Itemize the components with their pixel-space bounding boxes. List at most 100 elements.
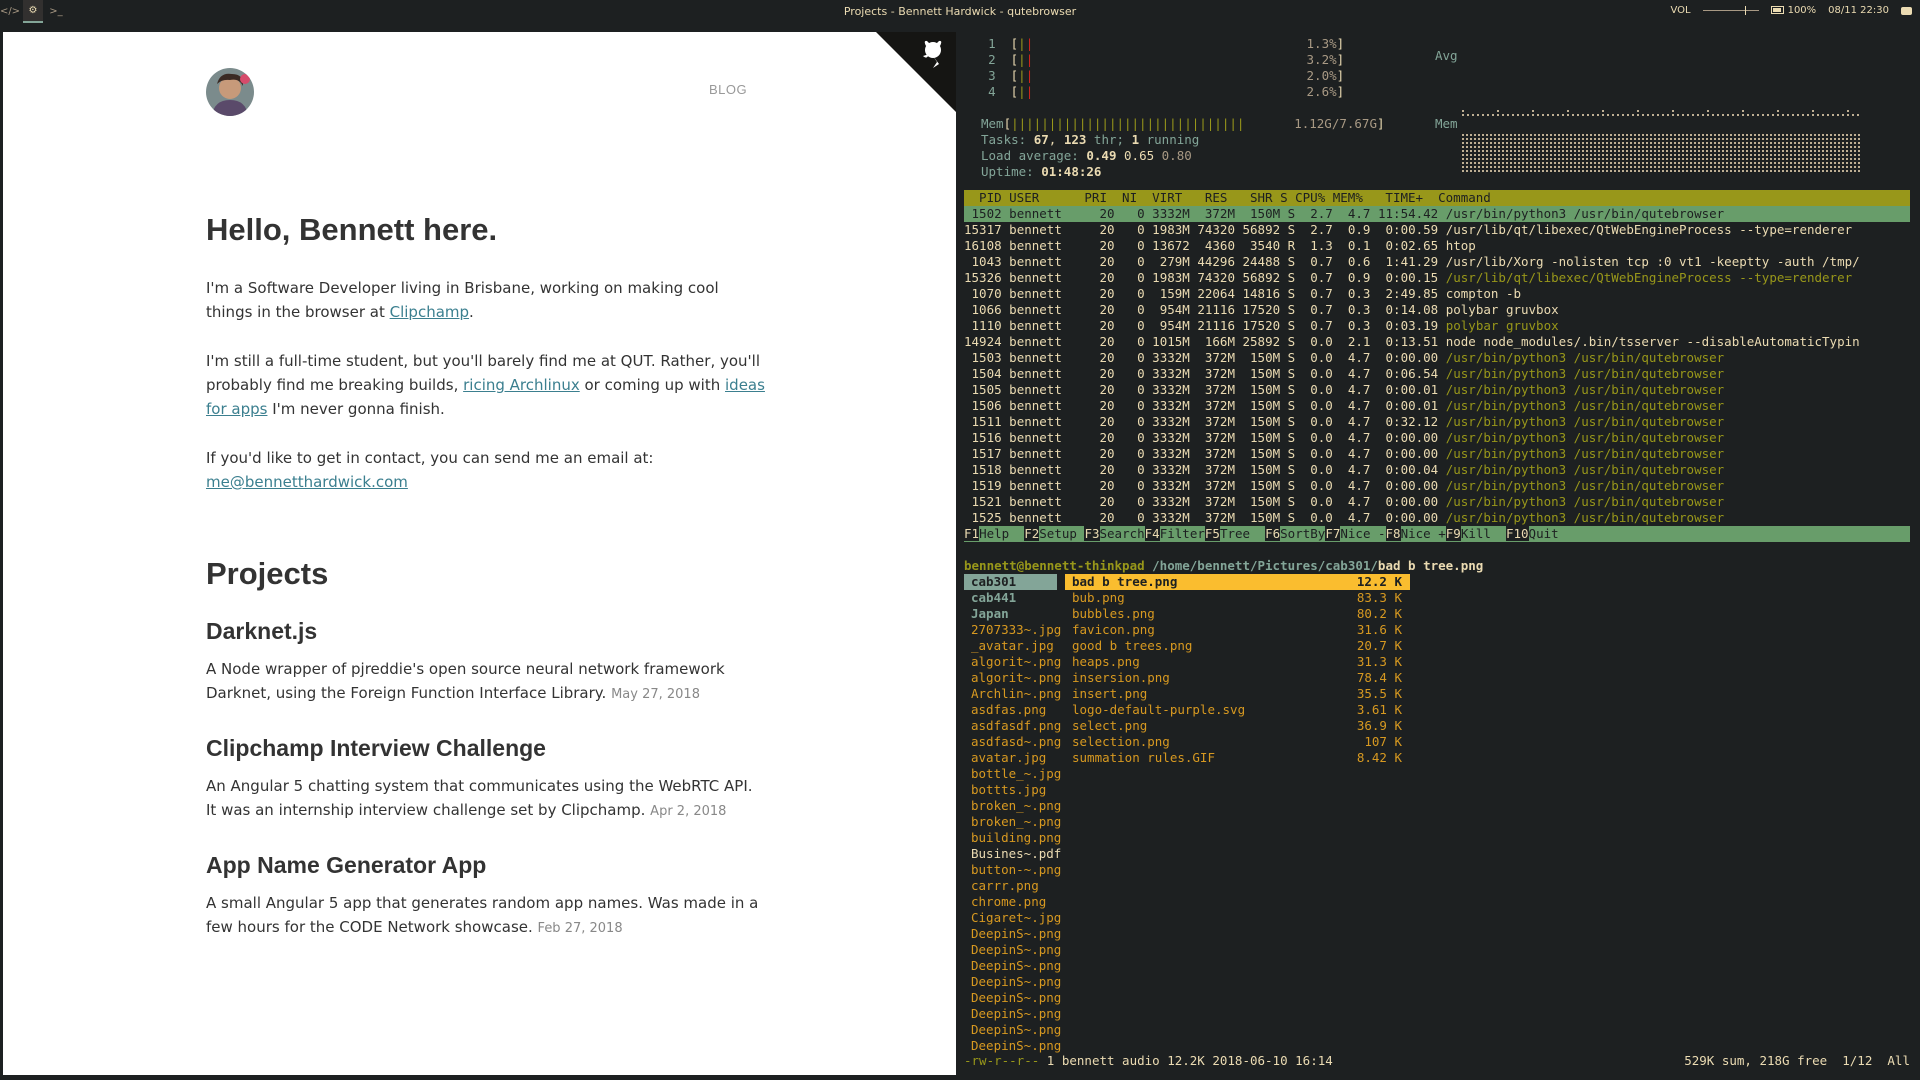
process-row[interactable]: 1519 bennett 20 0 3332M 372M 150M S 0.0 … [964,478,1910,494]
file-entry[interactable]: bub.png 83.3 K [1065,590,1410,606]
fkey-label[interactable]: Setup [1039,526,1084,541]
proc-shr: 150M [1234,350,1281,365]
fkey-f4[interactable]: F4 [1144,526,1160,541]
file-entry[interactable]: avatar.jpg [971,750,1057,766]
file-entry[interactable]: insert.png 35.5 K [1065,686,1410,702]
fkey-f5[interactable]: F5 [1204,526,1220,541]
file-entry[interactable]: selection.png 107 K [1065,734,1410,750]
fkey-f2[interactable]: F2 [1024,526,1040,541]
fkey-f7[interactable]: F7 [1325,526,1341,541]
fkey-label[interactable]: Nice - [1340,526,1385,541]
graph-dot [1526,170,1528,172]
file-entry[interactable]: bottts.jpg [971,782,1057,798]
file-entry[interactable]: insersion.png 78.4 K [1065,670,1410,686]
process-row[interactable]: 1525 bennett 20 0 3332M 372M 150M S 0.0 … [964,510,1910,526]
file-entry[interactable]: Busines~.pdf [971,846,1061,862]
process-row[interactable]: 1511 bennett 20 0 3332M 372M 150M S 0.0 … [964,414,1910,430]
fkey-label[interactable]: Nice + [1401,526,1446,541]
file-entry[interactable]: DeepinS~.png [971,974,1061,990]
process-table-header[interactable]: PID USER PRI NI VIRT RES SHR S CPU% MEM%… [964,190,1910,206]
process-row[interactable]: 1517 bennett 20 0 3332M 372M 150M S 0.0 … [964,446,1910,462]
file-entry[interactable]: DeepinS~.png [971,926,1061,942]
process-row[interactable]: 1066 bennett 20 0 954M 21116 17520 S 0.7… [964,302,1910,318]
fkey-f8[interactable]: F8 [1385,526,1401,541]
file-entry[interactable]: asdfas.png [971,702,1057,718]
fkey-label[interactable]: Filter [1160,526,1205,541]
file-entry[interactable]: _avatar.jpg [971,638,1057,654]
file-entry[interactable]: favicon.png 31.6 K [1065,622,1410,638]
terminal-window[interactable]: 1 [|| 1.3%] 2 [|| 3.2%] 3 [|| 2.0%] 4 [|… [957,32,1920,1080]
fkey-label[interactable]: Tree [1220,526,1265,541]
graph-dot [1606,154,1608,156]
clipchamp-link[interactable]: Clipchamp [390,303,469,321]
file-entry[interactable]: broken_~.png [971,814,1061,830]
file-entry[interactable]: building.png [971,830,1061,846]
process-row[interactable]: 1070 bennett 20 0 159M 22064 14816 S 0.7… [964,286,1910,302]
file-entry[interactable]: DeepinS~.png [971,1006,1061,1022]
project-title[interactable]: App Name Generator App [206,852,766,879]
process-row[interactable]: 1503 bennett 20 0 3332M 372M 150M S 0.0 … [964,350,1910,366]
nav-blog-link[interactable]: BLOG [709,82,747,97]
directory-entry[interactable]: cab301 [964,574,1057,590]
fkey-f1[interactable]: F1 [964,526,980,541]
file-entry[interactable]: 2707333~.jpg [971,622,1061,638]
file-entry[interactable]: asdfasd~.png [971,734,1061,750]
directory-entry[interactable]: cab441 [971,590,1057,606]
file-entry[interactable]: chrome.png [971,894,1057,910]
fkey-f3[interactable]: F3 [1084,526,1100,541]
volume-knob[interactable] [1744,6,1746,15]
file-entry[interactable]: broken_~.png [971,798,1061,814]
github-corner-icon[interactable] [876,32,956,112]
chat-icon[interactable] [1901,6,1912,15]
file-entry[interactable]: algorit~.png [971,654,1061,670]
file-entry[interactable]: algorit~.png [971,670,1061,686]
file-entry[interactable]: bottle_~.jpg [971,766,1061,782]
file-entry[interactable]: button-~.png [971,862,1061,878]
process-row[interactable]: 1043 bennett 20 0 279M 44296 24488 S 0.7… [964,254,1910,270]
process-row[interactable]: 15326 bennett 20 0 1983M 74320 56892 S 0… [964,270,1910,286]
file-entry[interactable]: Archlin~.png [971,686,1061,702]
fkey-label[interactable]: Quit [1529,526,1574,541]
ricing-archlinux-link[interactable]: ricing Archlinux [463,376,580,394]
process-row[interactable]: 1505 bennett 20 0 3332M 372M 150M S 0.0 … [964,382,1910,398]
fkey-label[interactable]: SortBy [1280,526,1325,541]
file-entry[interactable]: DeepinS~.png [971,958,1061,974]
fkey-label[interactable]: Help [979,526,1024,541]
process-row[interactable]: 1502 bennett 20 0 3332M 372M 150M S 2.7 … [964,206,1910,222]
fkey-f6[interactable]: F6 [1265,526,1281,541]
process-row[interactable]: 1518 bennett 20 0 3332M 372M 150M S 0.0 … [964,462,1910,478]
file-entry[interactable]: asdfasdf.png [971,718,1061,734]
process-row[interactable]: 1521 bennett 20 0 3332M 372M 150M S 0.0 … [964,494,1910,510]
process-row[interactable]: 14924 bennett 20 0 1015M 166M 25892 S 0.… [964,334,1910,350]
email-link[interactable]: me@bennetthardwick.com [206,473,408,491]
file-entry[interactable]: good b trees.png 20.7 K [1065,638,1410,654]
fkey-label[interactable]: Search [1100,526,1145,541]
volume-slider[interactable] [1702,6,1759,15]
process-row[interactable]: 16108 bennett 20 0 13672 4360 3540 R 1.3… [964,238,1910,254]
file-entry[interactable]: DeepinS~.png [971,942,1061,958]
process-row[interactable]: 1516 bennett 20 0 3332M 372M 150M S 0.0 … [964,430,1910,446]
process-row[interactable]: 1506 bennett 20 0 3332M 372M 150M S 0.0 … [964,398,1910,414]
process-row[interactable]: 1110 bennett 20 0 954M 21116 17520 S 0.7… [964,318,1910,334]
fkey-f9[interactable]: F9 [1445,526,1461,541]
file-entry[interactable]: carrr.png [971,878,1057,894]
directory-entry[interactable]: Japan [971,606,1057,622]
process-row[interactable]: 1504 bennett 20 0 3332M 372M 150M S 0.0 … [964,366,1910,382]
graph-dot [1810,162,1812,164]
file-entry[interactable]: bad b tree.png 12.2 K [1065,574,1410,590]
file-entry[interactable]: DeepinS~.png [971,990,1061,1006]
file-entry[interactable]: logo-default-purple.svg 3.61 K [1065,702,1410,718]
file-entry[interactable]: DeepinS~.png [971,1022,1061,1038]
fkey-f10[interactable]: F10 [1505,526,1529,541]
project-title[interactable]: Clipchamp Interview Challenge [206,735,766,762]
fkey-label[interactable]: Kill [1461,526,1506,541]
file-entry[interactable]: heaps.png 31.3 K [1065,654,1410,670]
graph-dot [1634,162,1636,164]
file-entry[interactable]: Cigaret~.jpg [971,910,1061,926]
file-entry[interactable]: select.png 36.9 K [1065,718,1410,734]
project-title[interactable]: Darknet.js [206,618,766,645]
process-row[interactable]: 15317 bennett 20 0 1983M 74320 56892 S 2… [964,222,1910,238]
file-entry[interactable]: bubbles.png 80.2 K [1065,606,1410,622]
file-entry[interactable]: DeepinS~.png [971,1038,1061,1054]
file-entry[interactable]: summation rules.GIF 8.42 K [1065,750,1410,766]
